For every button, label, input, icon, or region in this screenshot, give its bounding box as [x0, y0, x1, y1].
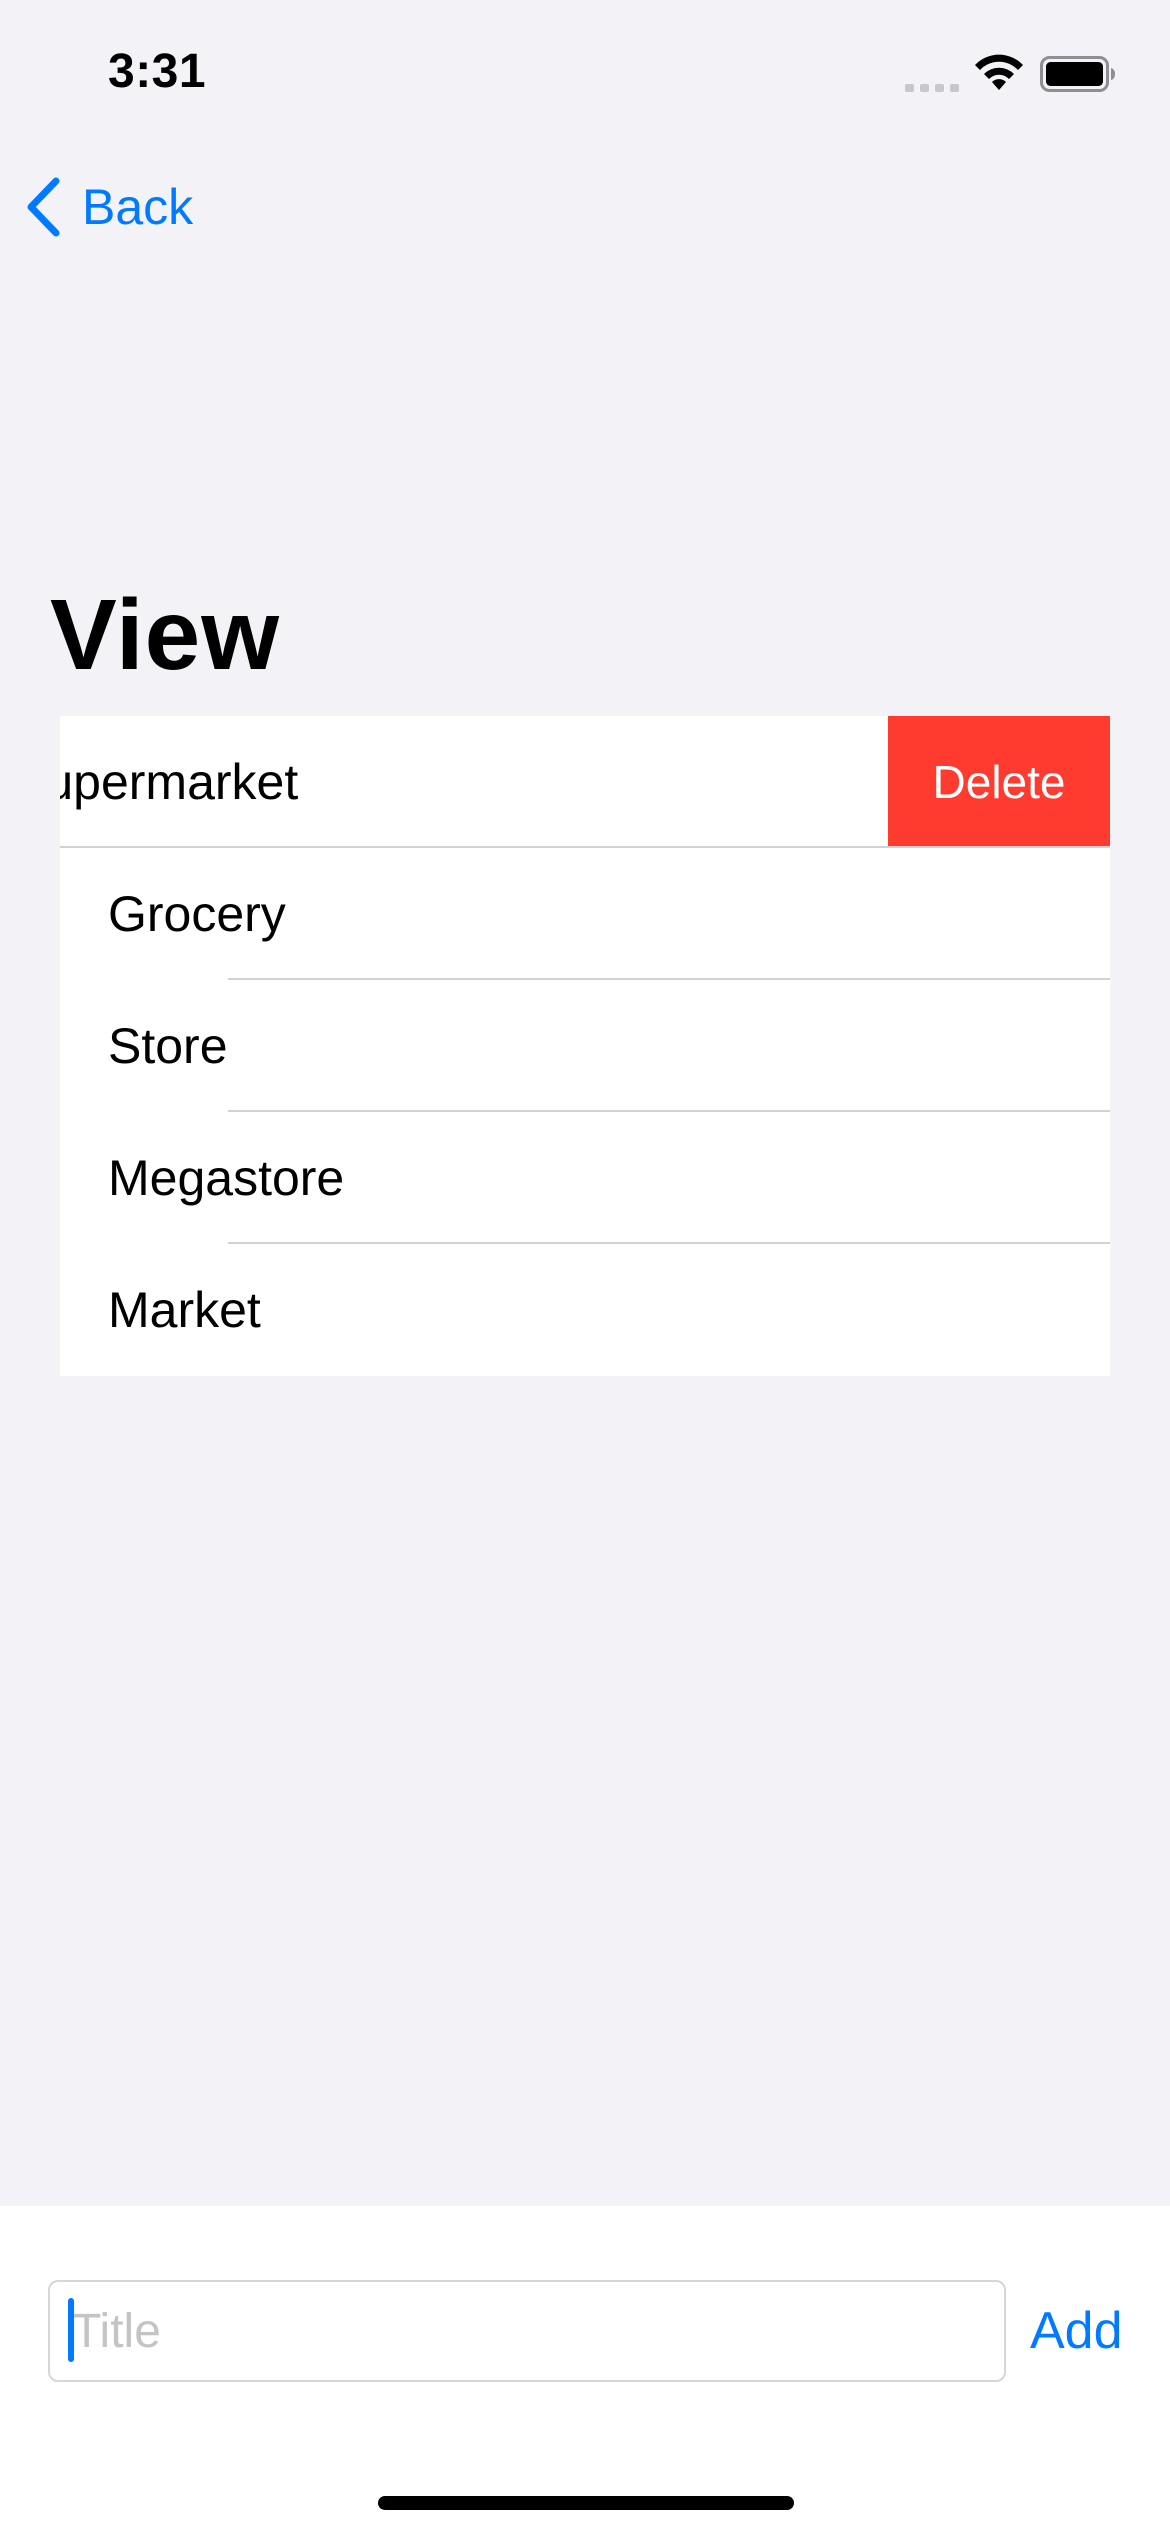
title-input[interactable] — [48, 2280, 1006, 2382]
text-caret — [68, 2298, 74, 2362]
list-item-label: Supermarket — [60, 754, 299, 810]
battery-icon — [1040, 56, 1115, 92]
list-item[interactable]: Store — [60, 980, 1110, 1112]
back-label: Back — [82, 179, 194, 235]
list-item-swiped[interactable]: Supermarket Delete — [60, 716, 1110, 848]
delete-button[interactable]: Delete — [888, 716, 1110, 848]
back-button[interactable]: Back — [24, 172, 193, 242]
signal-icon — [905, 84, 959, 92]
list-item[interactable]: Megastore — [60, 1112, 1110, 1244]
list-item[interactable]: Grocery — [60, 848, 1110, 980]
list: Supermarket Delete Grocery Store Megasto… — [60, 716, 1110, 1376]
bottom-input-bar: Add — [0, 2206, 1170, 2532]
page-title: View — [50, 579, 281, 691]
home-indicator[interactable] — [378, 2496, 794, 2510]
chevron-left-icon — [27, 177, 60, 237]
status-time: 3:31 — [108, 45, 207, 98]
wifi-icon — [975, 54, 1023, 90]
list-item[interactable]: Market — [60, 1244, 1110, 1376]
list-item-label: Megastore — [108, 1150, 345, 1206]
add-button[interactable]: Add — [1030, 2280, 1123, 2382]
status-bar: 3:31 — [0, 0, 1170, 150]
list-item-label: Grocery — [108, 886, 286, 942]
list-item-label: Market — [108, 1282, 261, 1338]
list-item-label: Store — [108, 1018, 228, 1074]
